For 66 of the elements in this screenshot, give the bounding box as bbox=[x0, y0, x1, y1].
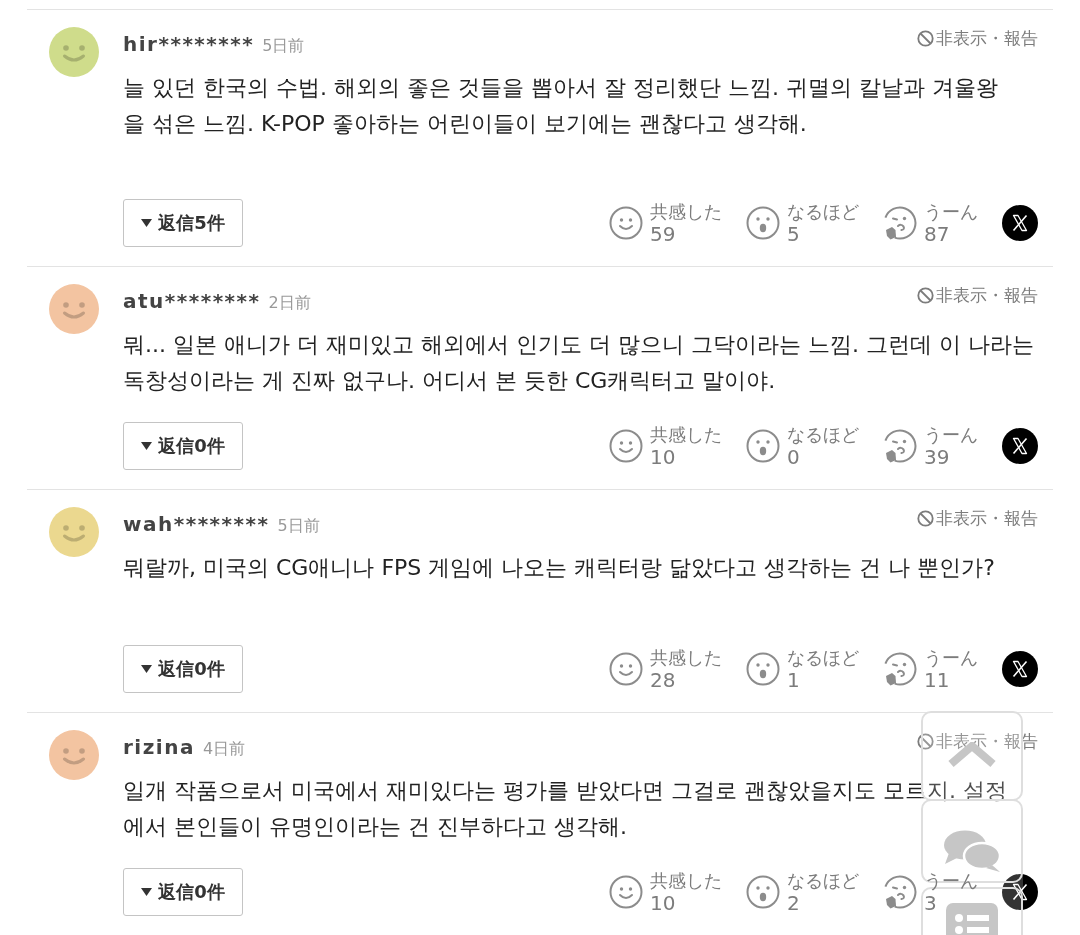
caret-down-icon bbox=[141, 665, 153, 673]
surprised-face-icon bbox=[746, 429, 780, 463]
reaction-button[interactable]: うーん 39 bbox=[883, 423, 978, 469]
thinking-face-icon bbox=[883, 875, 917, 909]
reaction-button[interactable]: うーん 87 bbox=[883, 200, 978, 246]
reaction-button[interactable]: 共感した 10 bbox=[609, 423, 722, 469]
comment-text: 뭐랄까, 미국의 CG애니나 FPS 게임에 나오는 캐릭터랑 닮았다고 생각하는 건 나 뿐인가? bbox=[123, 554, 995, 582]
x-logo-icon bbox=[1002, 205, 1038, 241]
ban-icon bbox=[917, 287, 934, 304]
share-button[interactable] bbox=[1002, 651, 1038, 687]
comment-text: 뭐... 일본 애니가 더 재미있고 해외에서 인기도 더 많으니 그닥이라는 느낌. 그런데 이 나라는 독창성이라는 게 진짜 없구나. 어디서 본 듯한 CG캐릭터고 말이야. bbox=[123, 331, 1034, 395]
separator-dot: ・ bbox=[987, 284, 1004, 307]
hide-link[interactable]: 非表示 bbox=[917, 507, 987, 530]
surprised-face-icon bbox=[746, 875, 780, 909]
comment-text: 늘 있던 한국의 수법. 해외의 좋은 것들을 뽑아서 잘 정리했단 느낌. 귀멸의 칼날과 겨울왕 을 섞은 느낌. K-POP 좋아하는 어린이들이 보기에는 괜찮다고 생각해. bbox=[123, 74, 998, 138]
thinking-face-icon bbox=[883, 652, 917, 686]
caret-down-icon bbox=[141, 442, 153, 450]
separator-dot: ・ bbox=[987, 507, 1004, 530]
smiley-face-icon bbox=[609, 429, 643, 463]
surprised-face-icon bbox=[746, 652, 780, 686]
speech-bubbles-icon bbox=[942, 829, 1002, 873]
reaction-button[interactable]: なるほど 2 bbox=[746, 869, 859, 915]
x-logo-icon bbox=[1002, 428, 1038, 464]
caret-down-icon bbox=[141, 888, 153, 896]
reaction-button[interactable]: 共感した 10 bbox=[609, 869, 722, 915]
ban-icon bbox=[917, 30, 934, 47]
reaction-button[interactable]: なるほど 0 bbox=[746, 423, 859, 469]
username: hir******** bbox=[123, 31, 255, 56]
ban-icon bbox=[917, 733, 934, 750]
replies-button[interactable]: 返信0件 bbox=[123, 645, 243, 693]
reaction-button[interactable]: うーん 3 bbox=[883, 869, 978, 915]
username: atu******** bbox=[123, 288, 261, 313]
reaction-button[interactable]: 共感した 28 bbox=[609, 646, 722, 692]
post-time: 5日前 bbox=[262, 35, 305, 57]
replies-button[interactable]: 返信0件 bbox=[123, 868, 243, 916]
share-button[interactable] bbox=[1002, 205, 1038, 241]
separator-dot: ・ bbox=[987, 730, 1004, 753]
post-time: 5日前 bbox=[277, 515, 320, 537]
ban-icon bbox=[917, 510, 934, 527]
reaction-button[interactable]: うーん 11 bbox=[883, 646, 978, 692]
username: wah******** bbox=[123, 511, 270, 536]
x-logo-icon bbox=[1002, 651, 1038, 687]
replies-button[interactable]: 返信5件 bbox=[123, 199, 243, 247]
report-link[interactable]: 報告 bbox=[1004, 27, 1038, 50]
separator-dot: ・ bbox=[987, 27, 1004, 50]
post-time: 4日前 bbox=[202, 738, 246, 760]
hide-link[interactable]: 非表示 bbox=[917, 27, 987, 50]
smiley-face-icon bbox=[609, 875, 643, 909]
report-link[interactable]: 報告 bbox=[1004, 284, 1038, 307]
thinking-face-icon bbox=[883, 206, 917, 240]
smiley-face-icon bbox=[609, 652, 643, 686]
caret-down-icon bbox=[141, 219, 153, 227]
x-logo-icon bbox=[1002, 874, 1038, 910]
post-time: 2日前 bbox=[268, 292, 311, 314]
reaction-button[interactable]: 共感した 59 bbox=[609, 200, 722, 246]
share-button[interactable] bbox=[1002, 874, 1038, 910]
surprised-face-icon bbox=[746, 206, 780, 240]
report-link[interactable]: 報告 bbox=[1004, 507, 1038, 530]
smiley-face-icon bbox=[609, 206, 643, 240]
share-button[interactable] bbox=[1002, 428, 1038, 464]
replies-button[interactable]: 返信0件 bbox=[123, 422, 243, 470]
reaction-button[interactable]: なるほど 5 bbox=[746, 200, 859, 246]
thinking-face-icon bbox=[883, 429, 917, 463]
reaction-button[interactable]: なるほど 1 bbox=[746, 646, 859, 692]
username: rizina bbox=[123, 734, 195, 759]
hide-link[interactable]: 非表示 bbox=[917, 284, 987, 307]
